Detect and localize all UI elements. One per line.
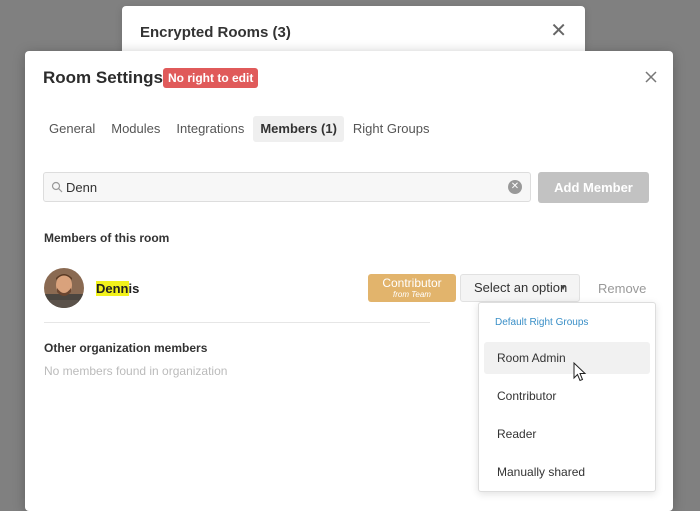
members-heading: Members of this room bbox=[44, 231, 170, 245]
role-select-label: Select an option bbox=[474, 280, 568, 295]
caret-down-icon: ▼ bbox=[559, 283, 567, 292]
settings-tabs: General Modules Integrations Members (1)… bbox=[42, 116, 437, 142]
member-search: ✕ bbox=[43, 172, 531, 202]
name-highlight: Denn bbox=[96, 281, 129, 296]
other-members-heading: Other organization members bbox=[44, 341, 208, 355]
option-room-admin[interactable]: Room Admin bbox=[484, 342, 650, 374]
dialog-title: Room Settings bbox=[43, 68, 163, 87]
add-member-button[interactable]: Add Member bbox=[538, 172, 649, 203]
contributor-badge: Contributor from Team bbox=[368, 274, 456, 302]
role-badge-label: Contributor bbox=[382, 276, 442, 290]
search-icon bbox=[51, 181, 63, 193]
option-manually-shared[interactable]: Manually shared bbox=[484, 456, 650, 488]
background-dialog-title: Encrypted Rooms (3) bbox=[140, 24, 291, 41]
avatar bbox=[44, 268, 84, 308]
remove-member-button[interactable]: Remove bbox=[598, 281, 646, 296]
no-right-badge: No right to edit bbox=[163, 68, 259, 88]
dropdown-header: Default Right Groups bbox=[495, 317, 589, 328]
tab-general[interactable]: General bbox=[42, 116, 102, 142]
tab-right-groups[interactable]: Right Groups bbox=[346, 116, 437, 142]
tab-modules[interactable]: Modules bbox=[104, 116, 167, 142]
close-icon[interactable] bbox=[643, 69, 659, 85]
role-dropdown: Default Right Groups Room Admin Contribu… bbox=[478, 302, 656, 492]
option-reader[interactable]: Reader bbox=[484, 418, 650, 450]
member-name: Dennis bbox=[96, 281, 139, 296]
option-contributor[interactable]: Contributor bbox=[484, 380, 650, 412]
tab-members[interactable]: Members (1) bbox=[253, 116, 344, 142]
background-close-icon[interactable]: ✕ bbox=[550, 21, 567, 41]
search-input[interactable] bbox=[66, 173, 496, 201]
clear-search-icon[interactable]: ✕ bbox=[508, 180, 522, 194]
name-rest: is bbox=[128, 281, 140, 296]
tab-integrations[interactable]: Integrations bbox=[169, 116, 251, 142]
empty-state-text: No members found in organization bbox=[44, 364, 228, 378]
role-select[interactable]: Select an option ▼ bbox=[460, 274, 580, 302]
role-source-label: from Team bbox=[393, 290, 431, 299]
divider bbox=[44, 322, 430, 323]
